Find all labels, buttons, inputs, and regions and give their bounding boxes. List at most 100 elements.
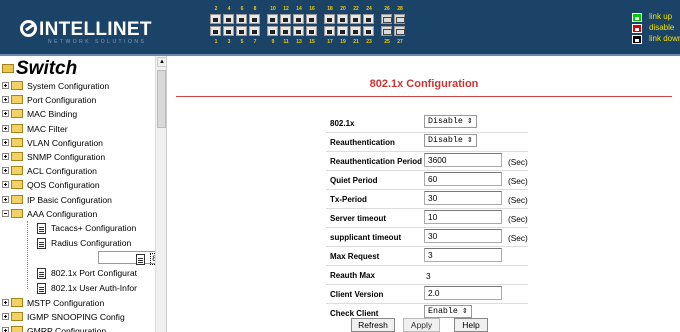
expand-icon[interactable] <box>2 124 9 132</box>
port-icon[interactable] <box>363 26 374 36</box>
row-dot1x: 802.1x Disable ⇕ <box>326 114 528 133</box>
port-icon[interactable] <box>210 26 221 36</box>
port-icon[interactable] <box>236 26 247 36</box>
port-number: 8 <box>253 6 257 12</box>
port-icon[interactable] <box>394 26 405 36</box>
tree-leaf[interactable]: 802.1x Port Configurat <box>0 266 160 281</box>
expand-icon[interactable] <box>2 167 9 175</box>
port-icon[interactable] <box>293 14 304 24</box>
port-icon[interactable] <box>324 14 335 24</box>
quiet-period-input[interactable] <box>424 172 502 186</box>
expand-icon[interactable] <box>2 327 9 332</box>
logo-text: INTELLINET <box>39 19 152 40</box>
expand-icon[interactable] <box>2 82 9 89</box>
port-icon[interactable] <box>236 14 247 24</box>
supplicant-timeout-input[interactable] <box>424 229 502 243</box>
tree-item[interactable]: System Configuration <box>0 79 160 93</box>
tree-item[interactable]: SNMP Configuration <box>0 150 160 164</box>
top-header: INTELLINET NETWORK SOLUTIONS 2 4 6 8 10 12 14 1… <box>0 0 680 56</box>
expand-icon[interactable] <box>2 138 9 146</box>
legend-link-up: link up <box>632 12 680 23</box>
row-tx-period: Tx-Period(Sec) <box>326 190 528 209</box>
expand-icon[interactable] <box>2 299 9 306</box>
port-number: 19 <box>340 39 346 45</box>
tree-leaf[interactable]: Tacacs+ Configuration <box>0 221 160 236</box>
tree-leaf[interactable]: 802.1x User Auth-Infor <box>0 281 160 296</box>
check-client-select[interactable]: Enable ⇕ <box>424 305 472 318</box>
tree-item[interactable]: AAA Configuration <box>0 207 160 221</box>
link-up-icon <box>632 13 642 22</box>
port-icon[interactable] <box>293 26 304 36</box>
port-icon[interactable] <box>223 14 234 24</box>
apply-button[interactable]: Apply <box>403 318 440 332</box>
port-icon[interactable] <box>306 14 317 24</box>
port-number: 6 <box>240 6 244 12</box>
collapse-icon[interactable] <box>2 209 9 217</box>
sidebar-scrollbar[interactable]: ▲ <box>155 56 166 332</box>
tree-item[interactable]: IP Basic Configuration <box>0 193 160 207</box>
port-icon[interactable] <box>249 26 260 36</box>
tree-item[interactable]: MAC Binding <box>0 107 160 121</box>
link-down-icon <box>632 35 642 44</box>
port-icon[interactable] <box>381 26 392 36</box>
page-icon <box>37 268 46 279</box>
expand-icon[interactable] <box>2 313 9 321</box>
reauth-period-input[interactable] <box>424 153 502 167</box>
reauthentication-select[interactable]: Disable ⇕ <box>424 134 477 147</box>
port-icon[interactable] <box>267 14 278 24</box>
expand-icon[interactable] <box>2 96 9 104</box>
select-arrows-icon: ⇕ <box>466 118 473 126</box>
port-number: 4 <box>227 6 231 12</box>
port-icon[interactable] <box>280 14 291 24</box>
tree-item[interactable]: QOS Configuration <box>0 178 160 192</box>
port-icon[interactable] <box>350 26 361 36</box>
port-number: 14 <box>296 6 302 12</box>
tx-period-input[interactable] <box>424 191 502 205</box>
help-button[interactable]: Help <box>454 318 488 332</box>
tree-item[interactable]: VLAN Configuration <box>0 136 160 150</box>
folder-icon <box>11 81 23 90</box>
refresh-button[interactable]: Refresh <box>351 318 395 332</box>
scroll-up-icon[interactable]: ▲ <box>157 57 166 67</box>
client-version-input[interactable] <box>424 286 502 300</box>
port-icon[interactable] <box>267 26 278 36</box>
expand-icon[interactable] <box>2 181 9 189</box>
max-request-input[interactable] <box>424 248 502 262</box>
port-icon[interactable] <box>249 14 260 24</box>
tree-item[interactable]: ACL Configuration <box>0 164 160 178</box>
tree-leaf[interactable]: Radius Configuration <box>0 236 160 251</box>
server-timeout-input[interactable] <box>424 210 502 224</box>
row-quiet-period: Quiet Period(Sec) <box>326 171 528 190</box>
tree-item[interactable]: MSTP Configuration <box>0 296 160 310</box>
tree-item[interactable]: GMRP Configuration <box>0 324 160 332</box>
tree-item[interactable]: MAC Filter <box>0 122 160 136</box>
expand-icon[interactable] <box>2 110 9 118</box>
folder-icon <box>11 152 23 161</box>
port-icon[interactable] <box>381 14 392 24</box>
port-icon[interactable] <box>210 14 221 24</box>
expand-icon[interactable] <box>2 153 9 160</box>
port-number: 22 <box>353 6 359 12</box>
port-icon[interactable] <box>306 26 317 36</box>
port-number: 25 <box>384 39 390 45</box>
port-icon[interactable] <box>324 26 335 36</box>
port-icon[interactable] <box>337 14 348 24</box>
port-number: 10 <box>270 6 276 12</box>
port-icon[interactable] <box>394 14 405 24</box>
port-panel: 2 4 6 8 10 12 14 16 18 20 22 24 26 28 1 3 5 7 9 11 13 15 17 19 2… <box>210 6 410 54</box>
port-icon[interactable] <box>280 26 291 36</box>
port-icon[interactable] <box>350 14 361 24</box>
port-icon[interactable] <box>337 26 348 36</box>
tree-item[interactable]: Port Configuration <box>0 93 160 107</box>
folder-open-icon <box>2 64 14 73</box>
nav-sidebar: Switch System Configuration Port Configur… <box>0 56 167 332</box>
port-icon[interactable] <box>363 14 374 24</box>
dot1x-select[interactable]: Disable ⇕ <box>424 115 477 128</box>
scroll-thumb[interactable] <box>157 70 166 128</box>
folder-icon <box>11 326 23 332</box>
port-icon[interactable] <box>223 26 234 36</box>
tree-item[interactable]: IGMP SNOOPING Config <box>0 310 160 324</box>
port-number: 20 <box>340 6 346 12</box>
expand-icon[interactable] <box>2 195 9 203</box>
port-number: 15 <box>309 39 315 45</box>
